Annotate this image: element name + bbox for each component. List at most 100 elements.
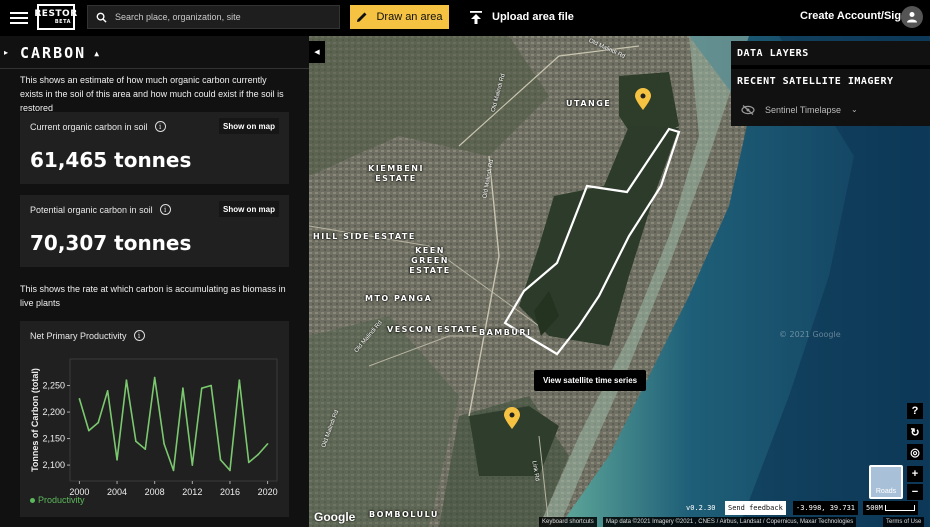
place-label-keen-green: KEEN GREEN ESTATE bbox=[409, 246, 451, 275]
place-label-bamburi: BAMBURI bbox=[479, 328, 532, 337]
panel-expand-icon[interactable]: ▸ bbox=[4, 48, 8, 57]
recent-satellite-toggle[interactable]: RECENT SATELLITE IMAGERY ▼▲ bbox=[731, 69, 930, 93]
npp-chart-card: Net Primary Productivity i 2,100 2,150 2,2… bbox=[20, 321, 289, 517]
recent-satellite-label: RECENT SATELLITE IMAGERY bbox=[737, 75, 894, 87]
version-label: v0.2.30 bbox=[686, 504, 716, 512]
satellite-map[interactable]: UTANGE KIEMBENI ESTATE HILL SIDE ESTATE … bbox=[309, 36, 930, 527]
current-carbon-label: Current organic carbon in soil bbox=[30, 121, 148, 132]
potential-carbon-card: Potential organic carbon in soil i Show … bbox=[20, 195, 289, 267]
carbon-section-toggle[interactable]: CARBON ▲ bbox=[20, 44, 101, 62]
draw-area-label: Draw an area bbox=[376, 11, 443, 23]
show-current-carbon-on-map-button[interactable]: Show on map bbox=[219, 118, 279, 134]
data-point bbox=[172, 469, 175, 472]
map-watermark: © 2021 Google bbox=[779, 330, 841, 339]
upload-area-button[interactable]: Upload area file bbox=[470, 5, 574, 29]
data-point bbox=[182, 387, 184, 389]
send-feedback-button[interactable]: Send feedback bbox=[725, 501, 786, 515]
map-pin-icon[interactable] bbox=[503, 407, 521, 429]
data-point bbox=[257, 453, 259, 456]
data-point bbox=[219, 458, 222, 461]
locate-icon[interactable]: ◎ bbox=[907, 444, 923, 460]
upload-icon bbox=[470, 10, 482, 24]
info-icon[interactable]: i bbox=[154, 121, 166, 132]
restor-logo[interactable]: RESTOR BETA bbox=[34, 4, 78, 30]
scale-bar: 500M bbox=[863, 501, 918, 515]
y-tick-label: 2,150 bbox=[42, 434, 65, 444]
draw-area-button[interactable]: Draw an area bbox=[350, 5, 449, 29]
roads-label: Roads bbox=[875, 488, 897, 495]
data-point bbox=[135, 440, 137, 443]
plot-frame bbox=[69, 358, 278, 482]
google-logo: Google bbox=[314, 510, 356, 524]
logo-text: RESTOR bbox=[34, 8, 78, 19]
data-point bbox=[144, 448, 147, 450]
upload-area-label: Upload area file bbox=[492, 11, 574, 23]
search-input[interactable] bbox=[115, 12, 335, 22]
terms-of-use-link[interactable]: Terms of Use bbox=[883, 517, 925, 527]
potential-carbon-value: 70,307 tonnes bbox=[30, 231, 192, 255]
sentinel-timelapse-select[interactable]: Sentinel Timelapse ⌄ bbox=[731, 93, 930, 126]
soil-carbon-description: This shows an estimate of how much organ… bbox=[20, 75, 284, 113]
data-point bbox=[229, 469, 231, 472]
chart-legend: Productivity bbox=[30, 495, 85, 505]
y-tick-label: 2,200 bbox=[42, 407, 65, 417]
search-box[interactable] bbox=[87, 5, 340, 29]
place-label-bombolulu: BOMBOLULU bbox=[369, 510, 439, 519]
hamburger-menu-icon[interactable] bbox=[10, 9, 28, 27]
carbon-panel: ▸ CARBON ▲ This shows an estimate of how… bbox=[0, 36, 309, 527]
data-point bbox=[247, 461, 250, 464]
data-point bbox=[191, 464, 194, 466]
data-point bbox=[106, 390, 109, 392]
avatar[interactable] bbox=[901, 6, 923, 28]
data-layers-label: DATA LAYERS bbox=[737, 47, 809, 59]
panel-collapse-icon[interactable]: ◀ bbox=[309, 41, 325, 63]
zoom-in-button[interactable]: + bbox=[907, 466, 923, 482]
rotate-icon[interactable]: ↻ bbox=[907, 424, 923, 440]
scale-line bbox=[884, 505, 915, 511]
data-point bbox=[200, 387, 203, 389]
current-carbon-label-row: Current organic carbon in soil i bbox=[30, 121, 166, 132]
y-tick-label: 2,100 bbox=[42, 460, 65, 470]
keyboard-shortcuts-link[interactable]: Keyboard shortcuts bbox=[539, 517, 597, 527]
x-tick-label: 2020 bbox=[258, 487, 278, 497]
npp-line-chart: 2,1002,1502,2002,2502000 2004 2008 2012 2016… bbox=[30, 358, 278, 497]
data-point bbox=[116, 458, 118, 461]
map-attribution: Map data ©2021 Imagery ©2021 , CNES / Ai… bbox=[603, 517, 857, 527]
potential-carbon-label-row: Potential organic carbon in soil i bbox=[30, 204, 171, 215]
scale-label: 500M bbox=[866, 504, 883, 512]
sentinel-timelapse-label: Sentinel Timelapse bbox=[765, 104, 842, 115]
x-tick-label: 2008 bbox=[145, 487, 165, 497]
search-icon bbox=[96, 12, 107, 23]
potential-carbon-label: Potential organic carbon in soil bbox=[30, 204, 153, 215]
x-tick-label: 2012 bbox=[182, 487, 202, 497]
data-point bbox=[88, 429, 90, 432]
place-label-kiembeni: KIEMBENI ESTATE bbox=[368, 164, 424, 183]
divider bbox=[0, 68, 309, 69]
help-icon[interactable]: ? bbox=[907, 403, 923, 419]
current-carbon-card: Current organic carbon in soil i Show on… bbox=[20, 112, 289, 184]
y-tick-label: 2,250 bbox=[42, 381, 65, 391]
satellite-time-series-tooltip[interactable]: View satellite time series bbox=[534, 370, 647, 391]
data-point bbox=[210, 384, 212, 387]
data-point bbox=[266, 443, 269, 445]
chevron-down-icon: ⌄ bbox=[851, 105, 858, 114]
info-icon[interactable]: i bbox=[159, 204, 171, 215]
coordinates-readout: -3.998, 39.731 bbox=[793, 501, 859, 515]
logo-beta-badge: BETA bbox=[54, 18, 71, 25]
panel-title: CARBON bbox=[20, 44, 87, 62]
data-point bbox=[238, 379, 241, 382]
data-point bbox=[125, 379, 128, 382]
legend-series-name: Productivity bbox=[38, 495, 85, 505]
map-pin-icon[interactable] bbox=[634, 88, 652, 110]
roads-layer-button[interactable]: Roads bbox=[869, 465, 903, 499]
place-label-hill-side: HILL SIDE ESTATE bbox=[313, 232, 416, 241]
show-potential-carbon-on-map-button[interactable]: Show on map bbox=[219, 201, 279, 217]
data-point bbox=[163, 443, 165, 445]
zoom-out-button[interactable]: − bbox=[907, 484, 923, 500]
data-point bbox=[97, 421, 100, 424]
place-label-mto-panga: MTO PANGA bbox=[365, 294, 433, 303]
x-tick-label: 2004 bbox=[107, 487, 127, 497]
data-point bbox=[78, 397, 81, 400]
place-label-vescon: VESCON ESTATE bbox=[387, 325, 479, 334]
data-layers-toggle[interactable]: DATA LAYERS ▲▼ bbox=[731, 41, 930, 65]
